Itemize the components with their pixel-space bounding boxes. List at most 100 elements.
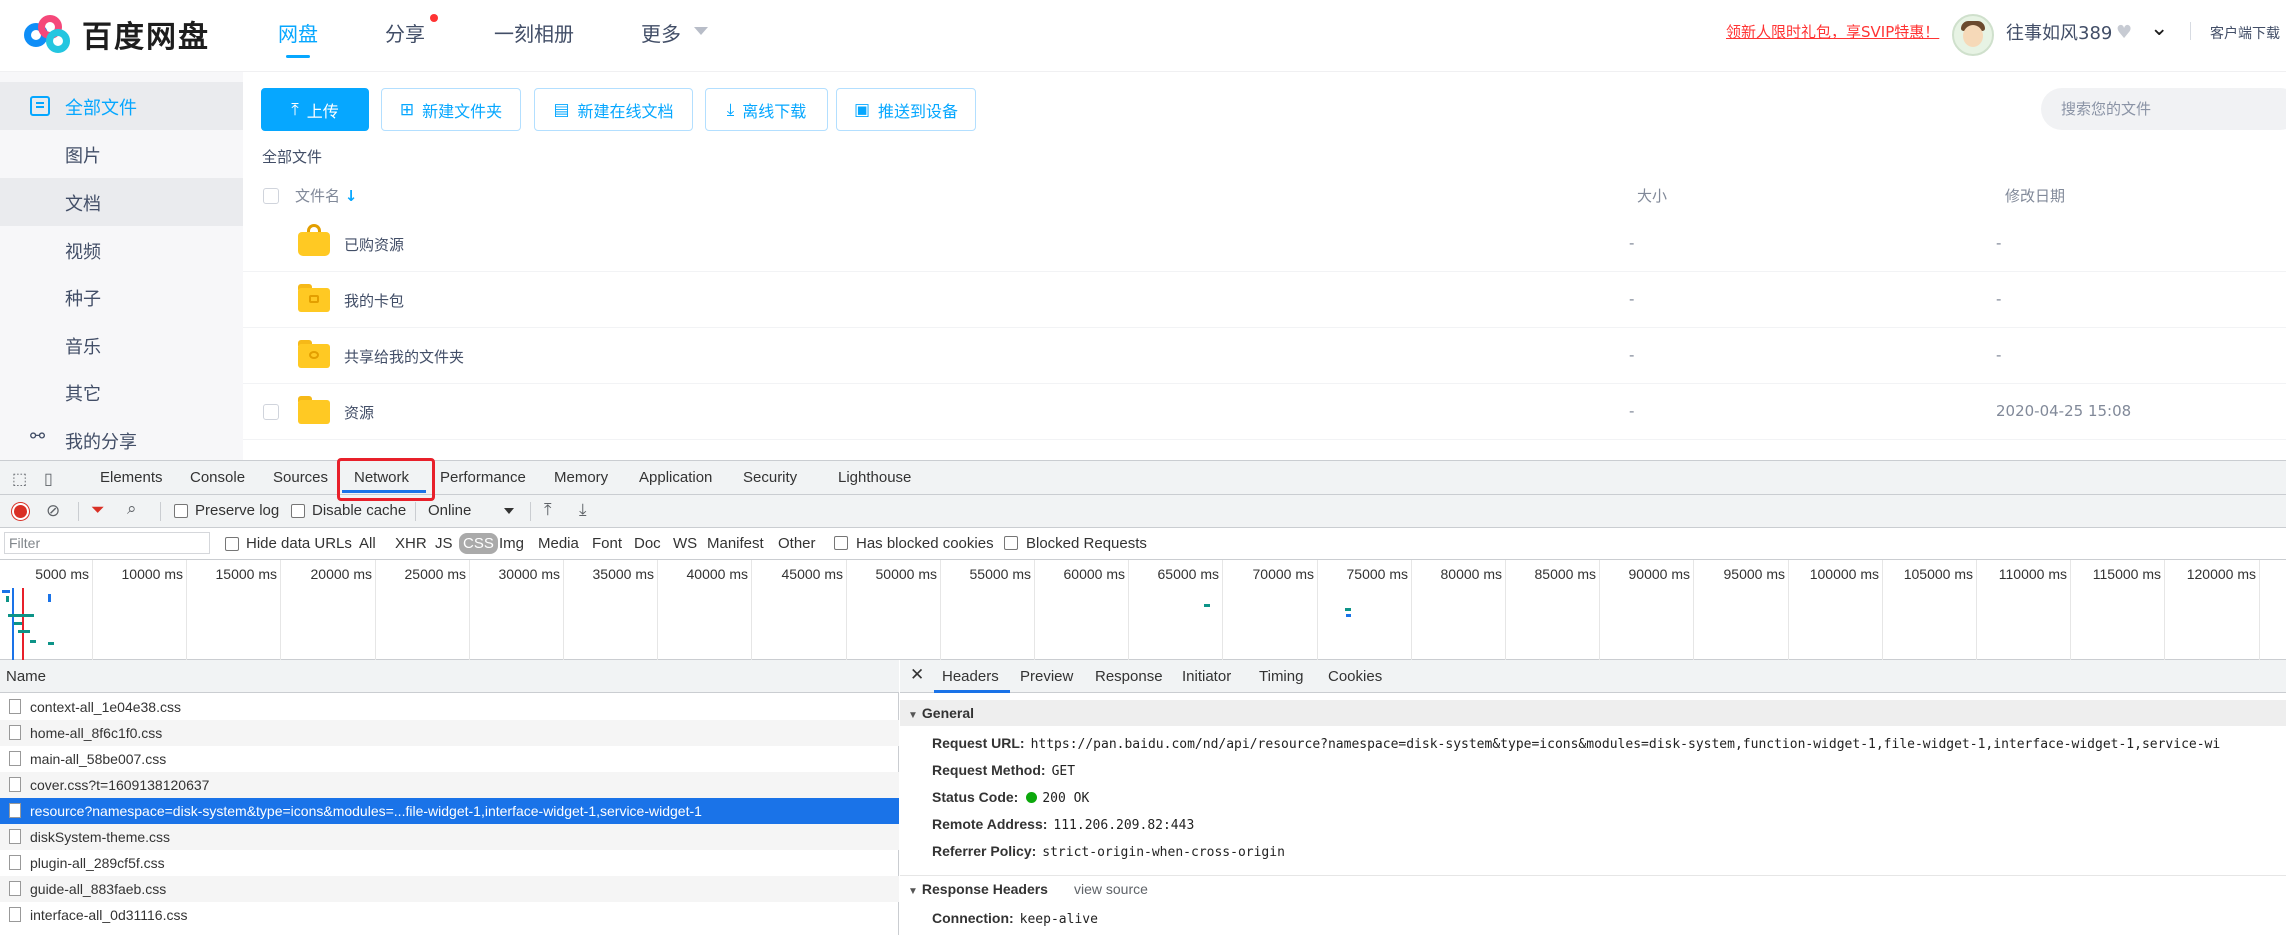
nav-share[interactable]: 分享 (385, 18, 425, 47)
type-filter-font[interactable]: Font (592, 535, 622, 552)
new-folder-button[interactable]: ⊞ 新建文件夹 (381, 88, 521, 131)
general-section-header[interactable]: ▼ General (900, 700, 2286, 726)
sidebar-item-my-shares[interactable]: ⚯ 我的分享 (0, 416, 243, 464)
request-row[interactable]: guide-all_883faeb.css (0, 876, 899, 902)
device-toolbar-icon[interactable]: ▯ (44, 469, 53, 489)
file-name[interactable]: 资源 (344, 402, 374, 423)
waterfall-bar (6, 596, 9, 602)
network-overview-timeline[interactable]: 5000 ms 10000 ms 15000 ms 20000 ms 25000 ms 3… (0, 560, 2286, 660)
tab-application[interactable]: Application (639, 469, 712, 486)
sidebar-item-images[interactable]: 图片 (0, 130, 243, 178)
nav-netdisk[interactable]: 网盘 (278, 18, 318, 47)
sort-arrow-icon[interactable]: ↓ (345, 187, 358, 205)
select-all-checkbox[interactable] (263, 188, 279, 204)
sidebar-item-torrents[interactable]: 种子 (0, 273, 243, 321)
request-row[interactable]: resource?namespace=disk-system&type=icon… (0, 798, 899, 824)
tab-elements[interactable]: Elements (100, 469, 163, 486)
column-header-modified[interactable]: 修改日期 (2005, 185, 2065, 206)
type-filter-css[interactable]: CSS (459, 533, 498, 554)
type-filter-ws[interactable]: WS (673, 535, 697, 552)
type-filter-img[interactable]: Img (499, 535, 524, 552)
type-filter-js[interactable]: JS (435, 535, 453, 552)
close-icon[interactable]: ✕ (910, 665, 924, 685)
tab-response[interactable]: Response (1095, 668, 1163, 685)
breadcrumb[interactable]: 全部文件 (262, 146, 322, 167)
sidebar-item-videos[interactable]: 视频 (0, 226, 243, 274)
type-filter-media[interactable]: Media (538, 535, 579, 552)
promo-link[interactable]: 领新人限时礼包，享SVIP特惠！ (1726, 21, 1939, 42)
logo[interactable]: 百度网盘 (24, 12, 210, 56)
response-headers-section-header[interactable]: ▼ Response Headers view source (900, 875, 2286, 901)
request-row[interactable]: plugin-all_289cf5f.css (0, 850, 899, 876)
filter-icon[interactable]: ⏷ (91, 500, 105, 520)
user-menu-chevron-icon[interactable]: ⌄ (2150, 16, 2168, 41)
tab-timing[interactable]: Timing (1259, 668, 1303, 685)
sidebar-item-all-files[interactable]: 全部文件 (0, 82, 243, 130)
column-header-size[interactable]: 大小 (1637, 185, 1667, 206)
throttle-select[interactable]: Online (428, 502, 471, 519)
tab-preview[interactable]: Preview (1020, 668, 1073, 685)
import-har-icon[interactable]: ⤒ (544, 500, 552, 520)
nav-more[interactable]: 更多 (641, 18, 681, 47)
tab-cookies[interactable]: Cookies (1328, 668, 1382, 685)
search-input[interactable]: 搜索您的文件 (2041, 88, 2286, 130)
tab-security[interactable]: Security (743, 469, 797, 486)
tab-lighthouse[interactable]: Lighthouse (838, 469, 911, 486)
hide-data-urls-checkbox[interactable] (225, 537, 239, 551)
type-filter-other[interactable]: Other (778, 535, 816, 552)
tab-headers[interactable]: Headers (942, 668, 999, 685)
column-header-name[interactable]: 文件名 ↓ (295, 185, 357, 206)
disable-cache-checkbox[interactable] (291, 504, 305, 518)
type-filter-manifest[interactable]: Manifest (707, 535, 764, 552)
has-blocked-cookies-checkbox[interactable] (834, 536, 848, 550)
view-source-link[interactable]: view source (1074, 881, 1148, 897)
inspect-element-icon[interactable]: ⬚ (12, 469, 27, 489)
avatar[interactable] (1952, 14, 1994, 56)
preserve-log-checkbox[interactable] (174, 504, 188, 518)
row-checkbox[interactable] (263, 404, 279, 420)
request-row[interactable]: home-all_8f6c1f0.css (0, 720, 899, 746)
table-row[interactable]: 资源 - 2020-04-25 15:08 (243, 384, 2286, 440)
username[interactable]: 往事如风389 (2006, 19, 2112, 45)
chevron-down-icon[interactable] (694, 27, 708, 35)
sidebar-item-other[interactable]: 其它 (0, 368, 243, 416)
tab-console[interactable]: Console (190, 469, 245, 486)
type-filter-doc[interactable]: Doc (634, 535, 661, 552)
request-row[interactable]: diskSystem-theme.css (0, 824, 899, 850)
chevron-down-icon[interactable] (504, 508, 514, 514)
offline-download-button[interactable]: ⤓ 离线下载 (705, 88, 828, 131)
file-name[interactable]: 我的卡包 (344, 290, 404, 311)
record-button[interactable] (12, 503, 29, 520)
request-row[interactable]: cover.css?t=1609138120637 (0, 772, 899, 798)
tab-sources[interactable]: Sources (273, 469, 328, 486)
table-row[interactable]: 我的卡包 - - (243, 272, 2286, 328)
tab-performance[interactable]: Performance (440, 469, 526, 486)
column-header-name[interactable]: Name (0, 660, 899, 693)
filter-input[interactable]: Filter (4, 532, 210, 554)
new-online-doc-button[interactable]: ▤ 新建在线文档 (534, 88, 693, 131)
file-name[interactable]: 共享给我的文件夹 (344, 346, 464, 367)
detail-tab-bar: ✕ Headers Preview Response Initiator Tim… (900, 660, 2286, 693)
table-row[interactable]: 已购资源 - - (243, 216, 2286, 272)
push-to-device-button[interactable]: ▣ 推送到设备 (836, 88, 976, 131)
sidebar-item-documents[interactable]: 文档 (0, 178, 243, 226)
type-filter-all[interactable]: All (359, 535, 376, 552)
tab-initiator[interactable]: Initiator (1182, 668, 1231, 685)
tab-memory[interactable]: Memory (554, 469, 608, 486)
sidebar-item-music[interactable]: 音乐 (0, 321, 243, 369)
nav-album[interactable]: 一刻相册 (494, 18, 574, 47)
table-row[interactable]: 共享给我的文件夹 - - (243, 328, 2286, 384)
request-row[interactable]: interface-all_0d31116.css (0, 902, 899, 928)
file-name[interactable]: 已购资源 (344, 234, 404, 255)
type-filter-xhr[interactable]: XHR (395, 535, 427, 552)
active-tab-indicator (934, 690, 1010, 693)
client-download-link[interactable]: 客户端下载 (2210, 23, 2280, 43)
export-har-icon[interactable]: ⤓ (579, 500, 587, 520)
request-row[interactable]: context-all_1e04e38.css (0, 694, 899, 720)
vip-heart-icon[interactable]: ♥ (2116, 22, 2132, 43)
clear-icon[interactable]: ⊘ (46, 501, 60, 521)
search-icon[interactable]: ⌕ (127, 499, 137, 519)
blocked-requests-checkbox[interactable] (1004, 536, 1018, 550)
request-row[interactable]: main-all_58be007.css (0, 746, 899, 772)
upload-button[interactable]: ⤒ 上传 (261, 88, 369, 131)
